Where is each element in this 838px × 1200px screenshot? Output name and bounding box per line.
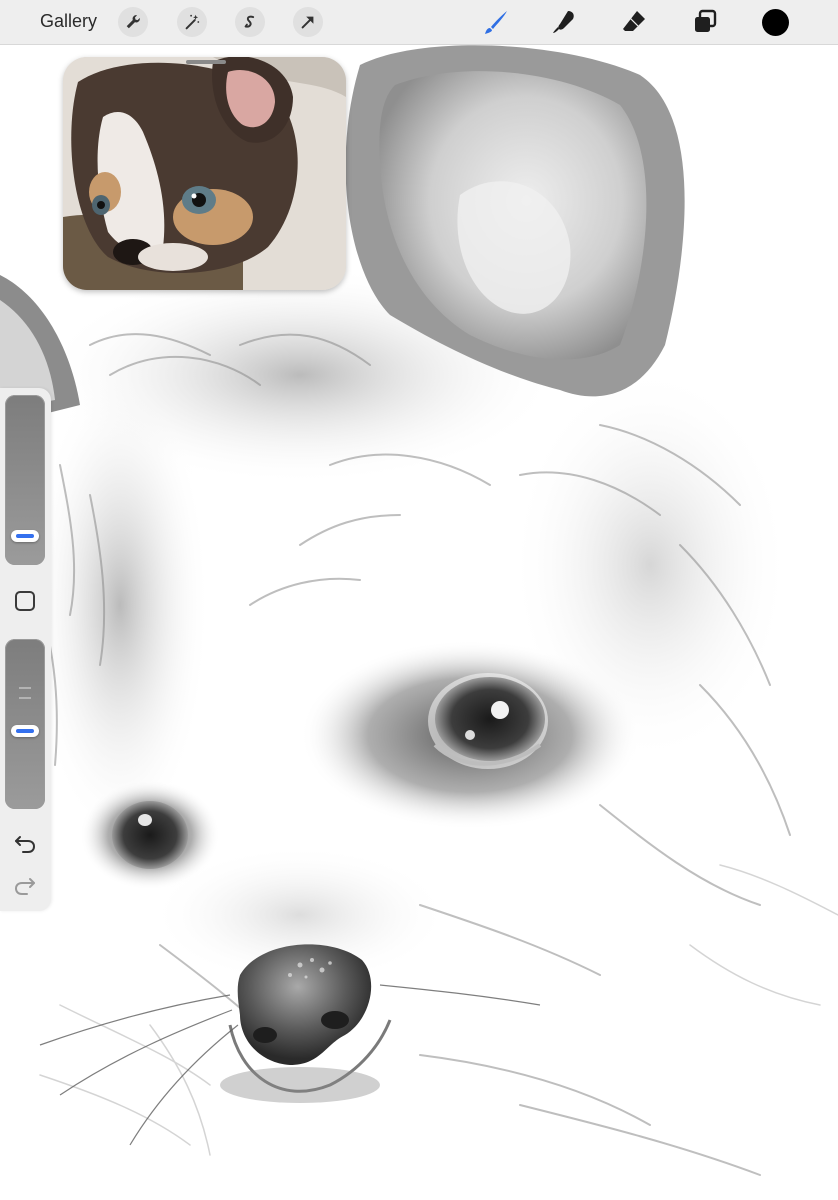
eraser-icon[interactable] (620, 8, 648, 36)
brush-icon[interactable] (482, 8, 510, 36)
layers-icon[interactable] (691, 8, 719, 36)
magic-wand-icon (185, 14, 200, 30)
reference-grab-handle[interactable] (186, 60, 226, 64)
opacity-slider[interactable] (5, 639, 45, 809)
opacity-tick (19, 697, 31, 699)
brush-size-thumb[interactable] (11, 530, 39, 542)
top-toolbar: Gallery (0, 0, 838, 45)
undo-icon[interactable] (13, 831, 37, 855)
brush-size-slider[interactable] (5, 395, 45, 565)
reference-photo (63, 57, 346, 290)
transform-button[interactable] (293, 7, 323, 37)
gallery-button[interactable]: Gallery (40, 11, 97, 32)
reference-window[interactable] (63, 57, 346, 290)
selection-button[interactable] (235, 7, 265, 37)
modify-square-icon[interactable] (15, 591, 35, 611)
wrench-icon (126, 15, 140, 29)
opacity-tick (19, 687, 31, 689)
transform-arrow-icon (301, 16, 314, 29)
selection-icon (244, 15, 255, 28)
actions-button[interactable] (118, 7, 148, 37)
redo-icon[interactable] (13, 873, 37, 897)
adjustments-button[interactable] (177, 7, 207, 37)
left-sidebar (0, 388, 51, 911)
color-swatch[interactable] (762, 9, 789, 36)
opacity-thumb[interactable] (11, 725, 39, 737)
smudge-icon[interactable] (550, 8, 578, 36)
